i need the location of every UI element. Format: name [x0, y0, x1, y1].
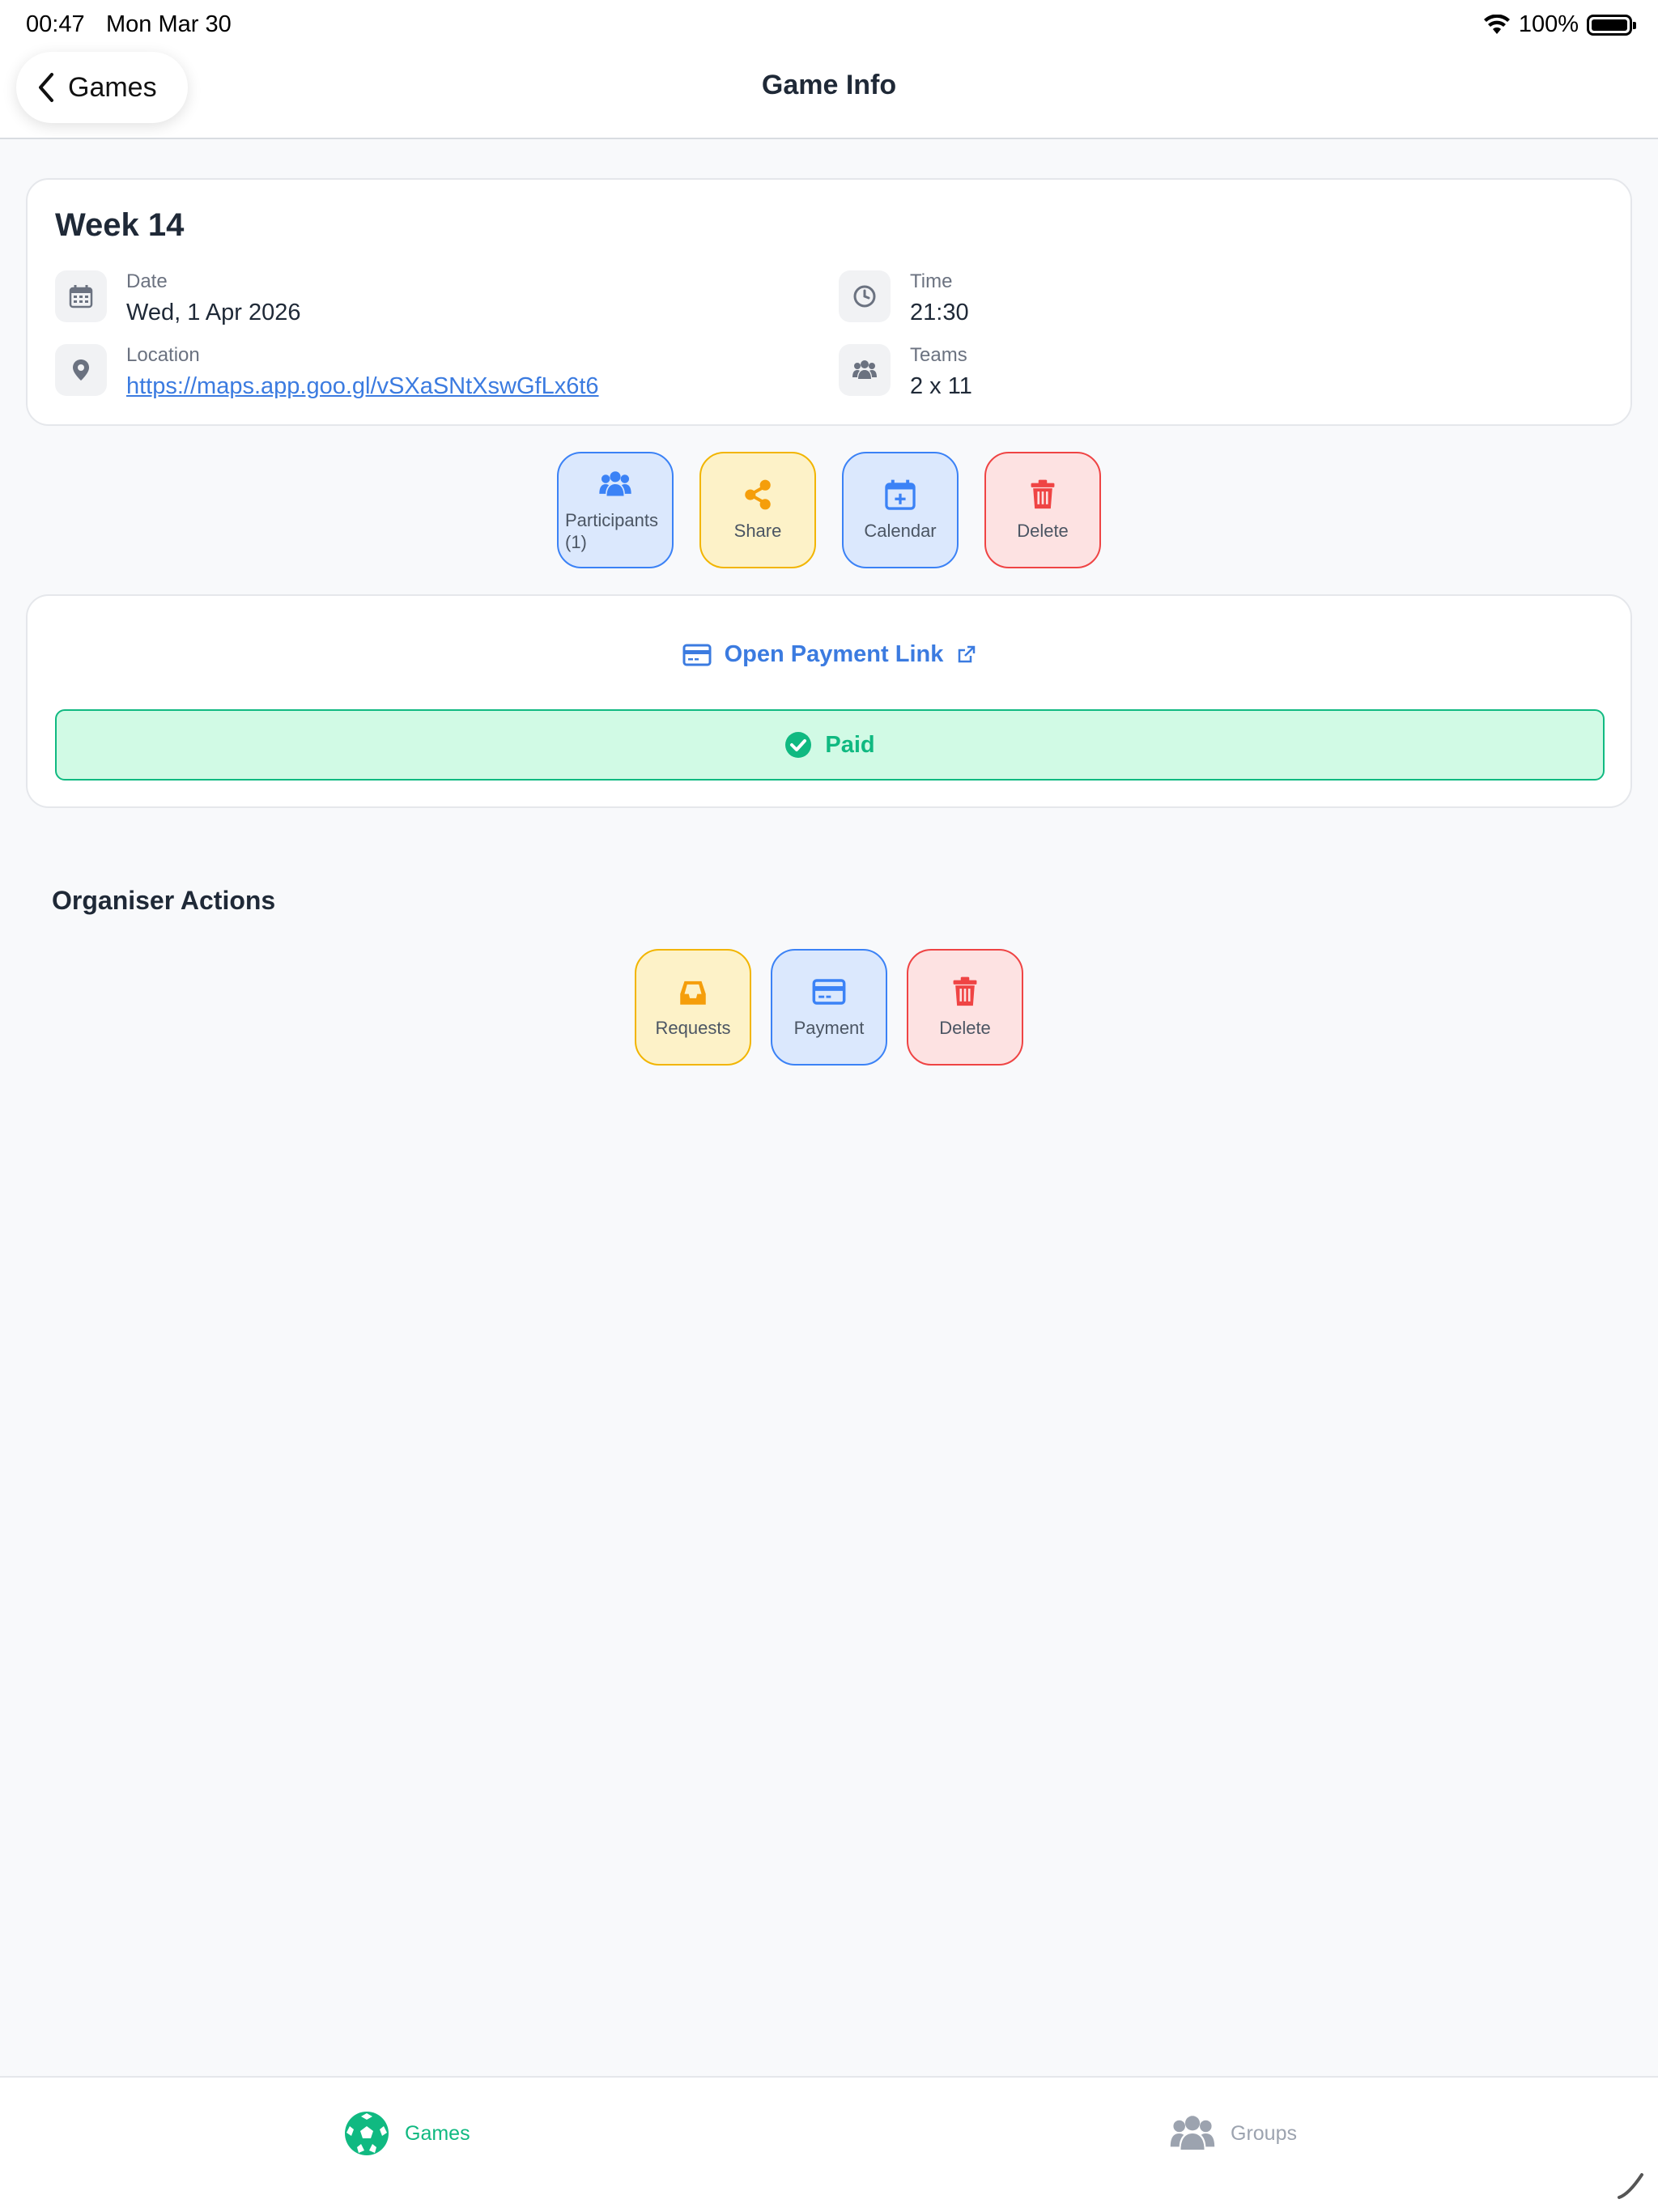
requests-label: Requests: [655, 1018, 731, 1039]
participants-label: Participants (1): [565, 509, 658, 553]
teams-label: Teams: [910, 344, 967, 366]
calendar-label: Calendar: [864, 521, 937, 542]
time-value: 21:30: [910, 300, 969, 325]
check-circle-icon: [785, 732, 812, 758]
soccer-ball-icon: [345, 2112, 389, 2155]
open-payment-link[interactable]: Open Payment Link: [28, 641, 1630, 668]
requests-button[interactable]: Requests: [635, 949, 751, 1066]
tab-bar: Games Groups: [0, 2076, 1658, 2212]
calendar-icon: [55, 270, 107, 322]
organiser-actions-title: Organiser Actions: [52, 886, 276, 915]
time-info: Time 21:30: [839, 270, 969, 326]
credit-card-icon: [812, 979, 846, 1005]
date-info: Date Wed, 1 Apr 2026: [55, 270, 301, 326]
paid-status-label: Paid: [825, 731, 875, 758]
trash-icon: [953, 976, 977, 1006]
share-label: Share: [733, 521, 782, 542]
users-icon: [839, 344, 891, 396]
tab-groups-label: Groups: [1231, 2121, 1297, 2145]
paid-status-bar: Paid: [55, 709, 1605, 781]
date-value: Wed, 1 Apr 2026: [126, 300, 301, 325]
nav-bar: Games Game Info: [0, 50, 1658, 139]
time-label: Time: [910, 270, 953, 292]
tab-games-label: Games: [405, 2121, 470, 2145]
organiser-delete-label: Delete: [939, 1018, 991, 1039]
tab-games[interactable]: Games: [343, 2110, 470, 2157]
open-payment-link-label: Open Payment Link: [724, 641, 944, 667]
inbox-icon: [680, 981, 706, 1005]
location-link[interactable]: https://maps.app.goo.gl/vSXaSNtXswGfLx6t…: [126, 373, 599, 400]
location-info: Location https://maps.app.goo.gl/vSXaSNt…: [55, 344, 599, 400]
payment-button[interactable]: Payment: [771, 949, 887, 1066]
payment-card: Open Payment Link Paid: [26, 594, 1632, 808]
game-title: Week 14: [55, 207, 185, 243]
map-pin-icon: [55, 344, 107, 396]
calendar-button[interactable]: Calendar: [842, 452, 959, 568]
delete-game-button[interactable]: Delete: [984, 452, 1101, 568]
date-label: Date: [126, 270, 168, 292]
battery-percent: 100%: [1518, 11, 1579, 37]
users-icon: [599, 470, 631, 496]
external-link-icon: [959, 645, 976, 662]
page-title: Game Info: [761, 70, 897, 100]
share-button[interactable]: Share: [699, 452, 816, 568]
participants-button[interactable]: Participants (1): [557, 452, 674, 568]
teams-info: Teams 2 x 11: [839, 344, 972, 400]
game-info-card: Week 14 Date Wed, 1 Apr 2026 Time 21:30 …: [26, 178, 1632, 426]
wifi-icon: [1483, 14, 1510, 34]
credit-card-icon: [682, 644, 712, 666]
calendar-plus-icon: [885, 479, 916, 510]
users-icon: [1170, 2116, 1215, 2150]
status-date: Mon Mar 30: [106, 11, 232, 37]
status-right: 100%: [1483, 11, 1636, 38]
delete-label: Delete: [1017, 521, 1069, 542]
battery-icon: [1587, 14, 1636, 36]
scroll-corner-icon: [1618, 2173, 1643, 2199]
organiser-delete-button[interactable]: Delete: [907, 949, 1023, 1066]
trash-icon: [1031, 479, 1055, 509]
share-icon: [745, 479, 771, 510]
clock-icon: [839, 270, 891, 322]
status-bar: 00:47 Mon Mar 30 100%: [0, 0, 1658, 50]
location-label: Location: [126, 344, 200, 366]
status-time: 00:47: [26, 11, 85, 37]
teams-value: 2 x 11: [910, 373, 972, 399]
tab-groups[interactable]: Groups: [1169, 2110, 1297, 2157]
payment-label: Payment: [793, 1018, 865, 1039]
